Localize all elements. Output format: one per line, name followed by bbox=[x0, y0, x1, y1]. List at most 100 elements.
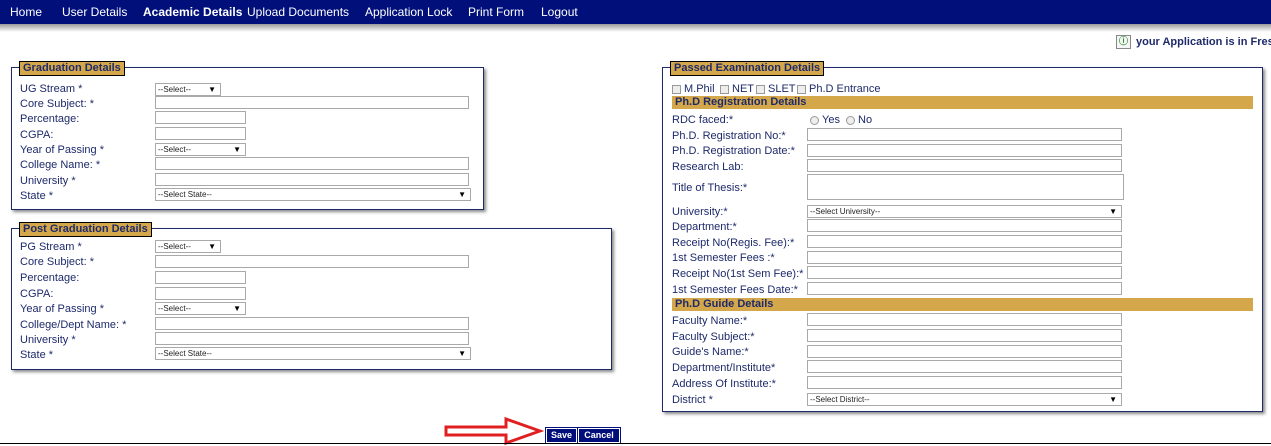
district-label: District * bbox=[672, 394, 713, 406]
ug-core-subject-input[interactable] bbox=[155, 96, 469, 109]
chevron-down-icon: ▼ bbox=[233, 304, 241, 313]
sem-fees-date-input[interactable] bbox=[807, 282, 1122, 295]
ug-stream-label: UG Stream * bbox=[20, 83, 83, 95]
thesis-title-textarea[interactable] bbox=[807, 174, 1124, 200]
pg-university-input[interactable] bbox=[155, 332, 469, 345]
nav-home[interactable]: Home bbox=[10, 5, 42, 19]
rdc-faced-label: RDC faced:* bbox=[672, 114, 734, 126]
pg-percentage-label: Percentage: bbox=[20, 272, 80, 284]
pg-college-dept-input[interactable] bbox=[155, 317, 469, 330]
nav-application-lock[interactable]: Application Lock bbox=[365, 5, 452, 19]
dept-institute-input[interactable] bbox=[807, 360, 1122, 373]
sem-fees-label: 1st Semester Fees :* bbox=[672, 252, 775, 264]
save-button[interactable]: Save bbox=[545, 427, 578, 444]
nav-logout[interactable]: Logout bbox=[541, 5, 578, 19]
nav-upload-documents[interactable]: Upload Documents bbox=[247, 5, 349, 19]
reg-no-input[interactable] bbox=[807, 128, 1122, 141]
address-institute-input[interactable] bbox=[807, 376, 1122, 389]
pg-state-select[interactable]: --Select State-- ▼ bbox=[155, 347, 471, 360]
university-label: University * bbox=[20, 175, 76, 187]
pg-stream-select[interactable]: --Select-- ▼ bbox=[155, 240, 221, 253]
receipt-reg-label: Receipt No(Regis. Fee):* bbox=[672, 237, 795, 249]
ug-college-name-input[interactable] bbox=[155, 157, 469, 170]
chevron-down-icon: ▼ bbox=[458, 349, 466, 358]
chevron-down-icon: ▼ bbox=[208, 242, 216, 251]
footer-divider bbox=[0, 443, 1271, 444]
ug-cgpa-input[interactable] bbox=[155, 127, 246, 140]
pg-stream-label: PG Stream * bbox=[20, 241, 82, 253]
checkbox-icon bbox=[756, 84, 765, 94]
passed-exam-legend: Passed Examination Details bbox=[670, 61, 825, 76]
receipt-reg-input[interactable] bbox=[807, 235, 1122, 248]
guide-name-label: Guide's Name:* bbox=[672, 346, 749, 358]
address-institute-label: Address Of Institute:* bbox=[672, 378, 776, 390]
pg-core-subject-input[interactable] bbox=[155, 255, 469, 268]
ug-percentage-input[interactable] bbox=[155, 111, 246, 124]
percentage-label: Percentage: bbox=[20, 113, 80, 125]
chevron-down-icon: ▼ bbox=[458, 190, 466, 199]
chevron-down-icon: ▼ bbox=[1109, 395, 1117, 404]
graduation-legend: Graduation Details bbox=[19, 61, 125, 76]
nav-shadow bbox=[0, 24, 1271, 32]
cancel-button[interactable]: Cancel bbox=[577, 427, 621, 444]
reg-date-input[interactable] bbox=[807, 144, 1122, 157]
ug-year-select[interactable]: --Select-- ▼ bbox=[155, 143, 246, 156]
pg-cgpa-input[interactable] bbox=[155, 287, 246, 300]
chevron-down-icon: ▼ bbox=[1109, 207, 1117, 216]
pg-cgpa-label: CGPA: bbox=[20, 288, 54, 300]
district-select[interactable]: --Select District-- ▼ bbox=[807, 393, 1122, 406]
pg-year-of-passing-label: Year of Passing * bbox=[20, 303, 104, 315]
core-subject-label: Core Subject: * bbox=[20, 98, 94, 110]
faculty-subject-input[interactable] bbox=[807, 329, 1122, 342]
rdc-yes-radio[interactable]: Yes bbox=[810, 114, 840, 126]
ug-state-select[interactable]: --Select State-- ▼ bbox=[155, 188, 471, 201]
ug-stream-select[interactable]: --Select-- ▼ bbox=[155, 83, 221, 96]
cgpa-label: CGPA: bbox=[20, 129, 54, 141]
sem-fees-input[interactable] bbox=[807, 251, 1122, 264]
net-checkbox[interactable]: NET bbox=[720, 83, 754, 95]
phd-university-label: University:* bbox=[672, 206, 728, 218]
sem-fees-date-label: 1st Semester Fees Date:* bbox=[672, 284, 798, 296]
chevron-down-icon: ▼ bbox=[233, 145, 241, 154]
reg-no-label: Ph.D. Registration No:* bbox=[672, 130, 786, 142]
phd-registration-header: Ph.D Registration Details bbox=[672, 96, 1253, 109]
nav-print-form[interactable]: Print Form bbox=[468, 5, 524, 19]
checkbox-icon bbox=[720, 84, 729, 94]
checkbox-icon bbox=[797, 84, 806, 94]
radio-icon bbox=[810, 115, 819, 125]
nav-user-details[interactable]: User Details bbox=[62, 5, 127, 19]
slet-checkbox[interactable]: SLET bbox=[756, 83, 796, 95]
receipt-sem-input[interactable] bbox=[807, 266, 1122, 279]
radio-icon bbox=[846, 115, 855, 125]
info-icon: ⓘ bbox=[1116, 35, 1131, 49]
phd-entrance-checkbox[interactable]: Ph.D Entrance bbox=[797, 83, 881, 95]
department-input[interactable] bbox=[807, 219, 1122, 232]
ug-university-input[interactable] bbox=[155, 173, 469, 186]
pg-state-label: State * bbox=[20, 349, 54, 361]
post-graduation-legend: Post Graduation Details bbox=[19, 222, 152, 237]
college-name-label: College Name: * bbox=[20, 159, 101, 171]
reg-date-label: Ph.D. Registration Date:* bbox=[672, 145, 795, 157]
faculty-name-label: Faculty Name:* bbox=[672, 315, 748, 327]
pg-year-select[interactable]: --Select-- ▼ bbox=[155, 302, 246, 315]
chevron-down-icon: ▼ bbox=[208, 85, 216, 94]
pg-core-subject-label: Core Subject: * bbox=[20, 256, 94, 268]
faculty-name-input[interactable] bbox=[807, 313, 1122, 326]
receipt-sem-label: Receipt No(1st Sem Fee):* bbox=[672, 268, 804, 280]
application-status: ⓘ your Application is in Fresh bbox=[1116, 35, 1271, 49]
pg-university-label: University * bbox=[20, 334, 76, 346]
department-label: Department:* bbox=[672, 221, 737, 233]
guide-name-input[interactable] bbox=[807, 345, 1122, 358]
state-label: State * bbox=[20, 190, 54, 202]
rdc-no-radio[interactable]: No bbox=[846, 114, 872, 126]
nav-academic-details[interactable]: Academic Details bbox=[143, 5, 242, 19]
pg-percentage-input[interactable] bbox=[155, 271, 246, 284]
mphil-checkbox[interactable]: M.Phil bbox=[672, 83, 715, 95]
thesis-title-label: Title of Thesis:* bbox=[672, 182, 748, 194]
research-lab-input[interactable] bbox=[807, 159, 1122, 172]
dept-institute-label: Department/Institute* bbox=[672, 362, 776, 374]
year-of-passing-label: Year of Passing * bbox=[20, 144, 104, 156]
top-nav: Home User Details Academic Details Uploa… bbox=[0, 0, 1271, 24]
phd-university-select[interactable]: --Select University-- ▼ bbox=[807, 205, 1122, 218]
phd-guide-header: Ph.D Guide Details bbox=[672, 298, 1253, 311]
